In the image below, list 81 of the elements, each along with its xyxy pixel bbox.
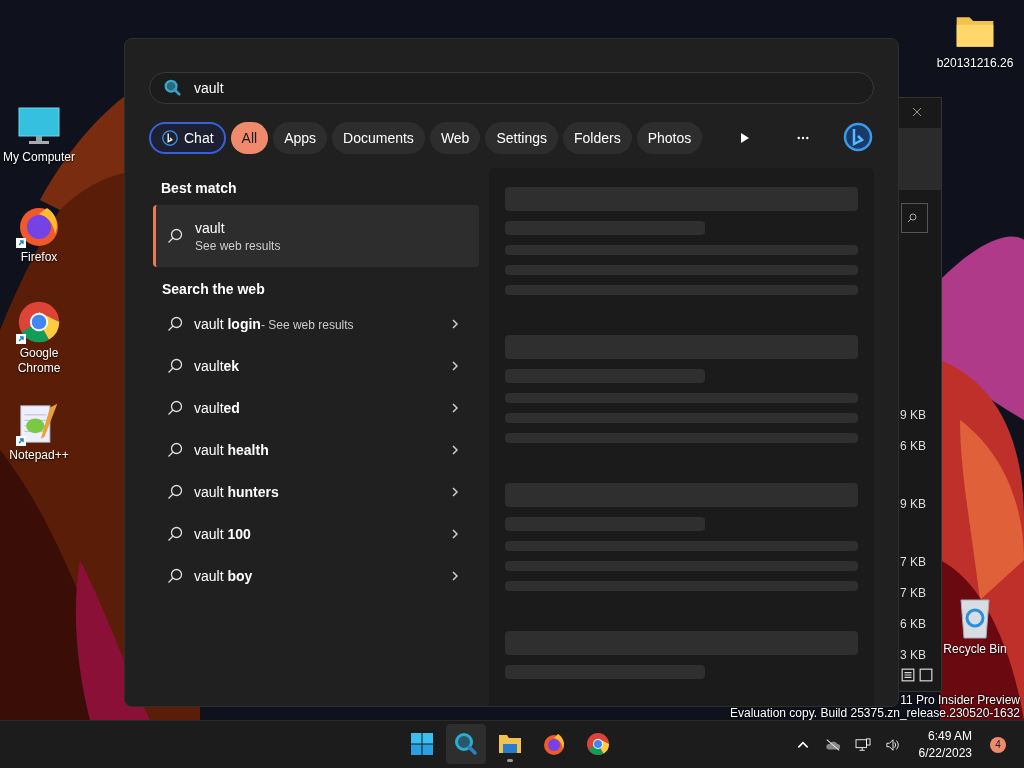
web-suggestion[interactable]: vault login- See web results [153, 303, 479, 345]
play-icon [738, 132, 750, 144]
web-suggestion[interactable]: vault boy [153, 555, 479, 597]
file-size: 9 KB [900, 408, 926, 422]
chevron-right-icon [451, 528, 459, 540]
chevron-right-icon [451, 486, 459, 498]
web-suggestion[interactable]: vault health [153, 429, 479, 471]
desktop-icon-label[interactable]: Recycle Bin [943, 642, 1007, 657]
watermark-text: Evaluation copy. Build 25375.zn_release.230520-1632 [730, 707, 1020, 720]
filter-tab[interactable]: Settings [485, 122, 558, 154]
search-icon [167, 442, 183, 458]
search-icon [163, 79, 181, 97]
search-icon [167, 358, 183, 374]
desktop-icon-label[interactable]: b20131216.26 [936, 56, 1014, 71]
suggestion-text: vault boy [194, 568, 254, 584]
section-heading: Search the web [161, 280, 266, 299]
folder-icon [498, 732, 522, 756]
result-title: vault [195, 219, 226, 236]
firefox-icon [542, 732, 566, 756]
bing-chat-icon [161, 129, 179, 147]
speaker-icon[interactable] [884, 737, 901, 752]
bing-icon[interactable] [842, 122, 874, 154]
clock[interactable]: 6:49 AM 6/22/2023 [918, 727, 972, 762]
result-subtitle: See web results [195, 238, 281, 253]
chrome-icon[interactable] [17, 300, 61, 344]
details-view-icon[interactable] [901, 668, 915, 682]
section-heading: Best match [160, 179, 238, 198]
chevron-right-icon [451, 318, 459, 330]
file-size: 7 KB [900, 586, 926, 600]
chevron-right-icon [451, 444, 459, 456]
filter-tab[interactable]: Web [429, 122, 481, 154]
chat-tab[interactable]: Chat [149, 122, 226, 154]
search-icon [167, 568, 183, 584]
close-icon[interactable] [912, 107, 922, 117]
file-size: 7 KB [900, 555, 926, 569]
search-icon [907, 213, 917, 223]
desktop-icon-label[interactable]: Firefox [20, 250, 58, 265]
search-field[interactable]: vault [149, 72, 874, 104]
search-icon [167, 316, 183, 332]
chevron-right-icon [451, 360, 459, 372]
desktop-icon-label[interactable]: Google Chrome [0, 346, 78, 376]
desktop-icon-label[interactable]: Notepad++ [9, 448, 69, 463]
suggestion-text: vault health [194, 442, 270, 458]
search-icon [454, 732, 478, 756]
file-size: 3 KB [900, 648, 926, 662]
filter-tab[interactable]: Photos [636, 122, 703, 154]
search-icon [167, 228, 183, 244]
suggestion-text: vaultek [194, 358, 241, 374]
search-icon [167, 400, 183, 416]
clock-date: 6/22/2023 [918, 744, 972, 762]
file-size: 9 KB [900, 497, 926, 511]
filter-tab[interactable]: Documents [332, 122, 425, 154]
web-suggestion[interactable]: vault 100 [153, 513, 479, 555]
suggestion-text: vault login- See web results [194, 316, 355, 332]
desktop-icon-label[interactable]: My Computer [3, 150, 75, 165]
search-icon [167, 484, 183, 500]
windows-logo-icon [410, 732, 434, 756]
web-suggestion[interactable]: vaulted [153, 387, 479, 429]
suggestion-text: vaulted [194, 400, 241, 416]
notification-badge[interactable]: 4 [990, 736, 1006, 753]
file-size: 6 KB [900, 617, 926, 631]
filter-tab[interactable]: Folders [563, 122, 632, 154]
cloud-off-icon[interactable] [824, 737, 841, 752]
search-icon [167, 526, 183, 542]
web-suggestion[interactable]: vault hunters [153, 471, 479, 513]
search-box[interactable] [901, 203, 928, 233]
network-icon[interactable] [854, 737, 871, 752]
web-suggestion[interactable]: vaultek [153, 345, 479, 387]
chevron-right-icon [451, 402, 459, 414]
filter-tab[interactable]: Apps [273, 122, 328, 154]
watermark-text: 11 Pro Insider Preview [900, 694, 1020, 707]
suggestion-text: vault hunters [194, 484, 280, 500]
tiles-view-icon[interactable] [919, 668, 933, 682]
clock-time: 6:49 AM [927, 727, 972, 745]
suggestion-text: vault 100 [194, 526, 252, 542]
chrome-icon [586, 732, 610, 756]
file-size: 6 KB [900, 439, 926, 453]
chevron-right-icon [451, 570, 459, 582]
best-match-item[interactable]: vault See web results [153, 205, 479, 267]
taskbar-button[interactable] [446, 724, 486, 764]
filter-tab[interactable]: All [230, 122, 269, 154]
